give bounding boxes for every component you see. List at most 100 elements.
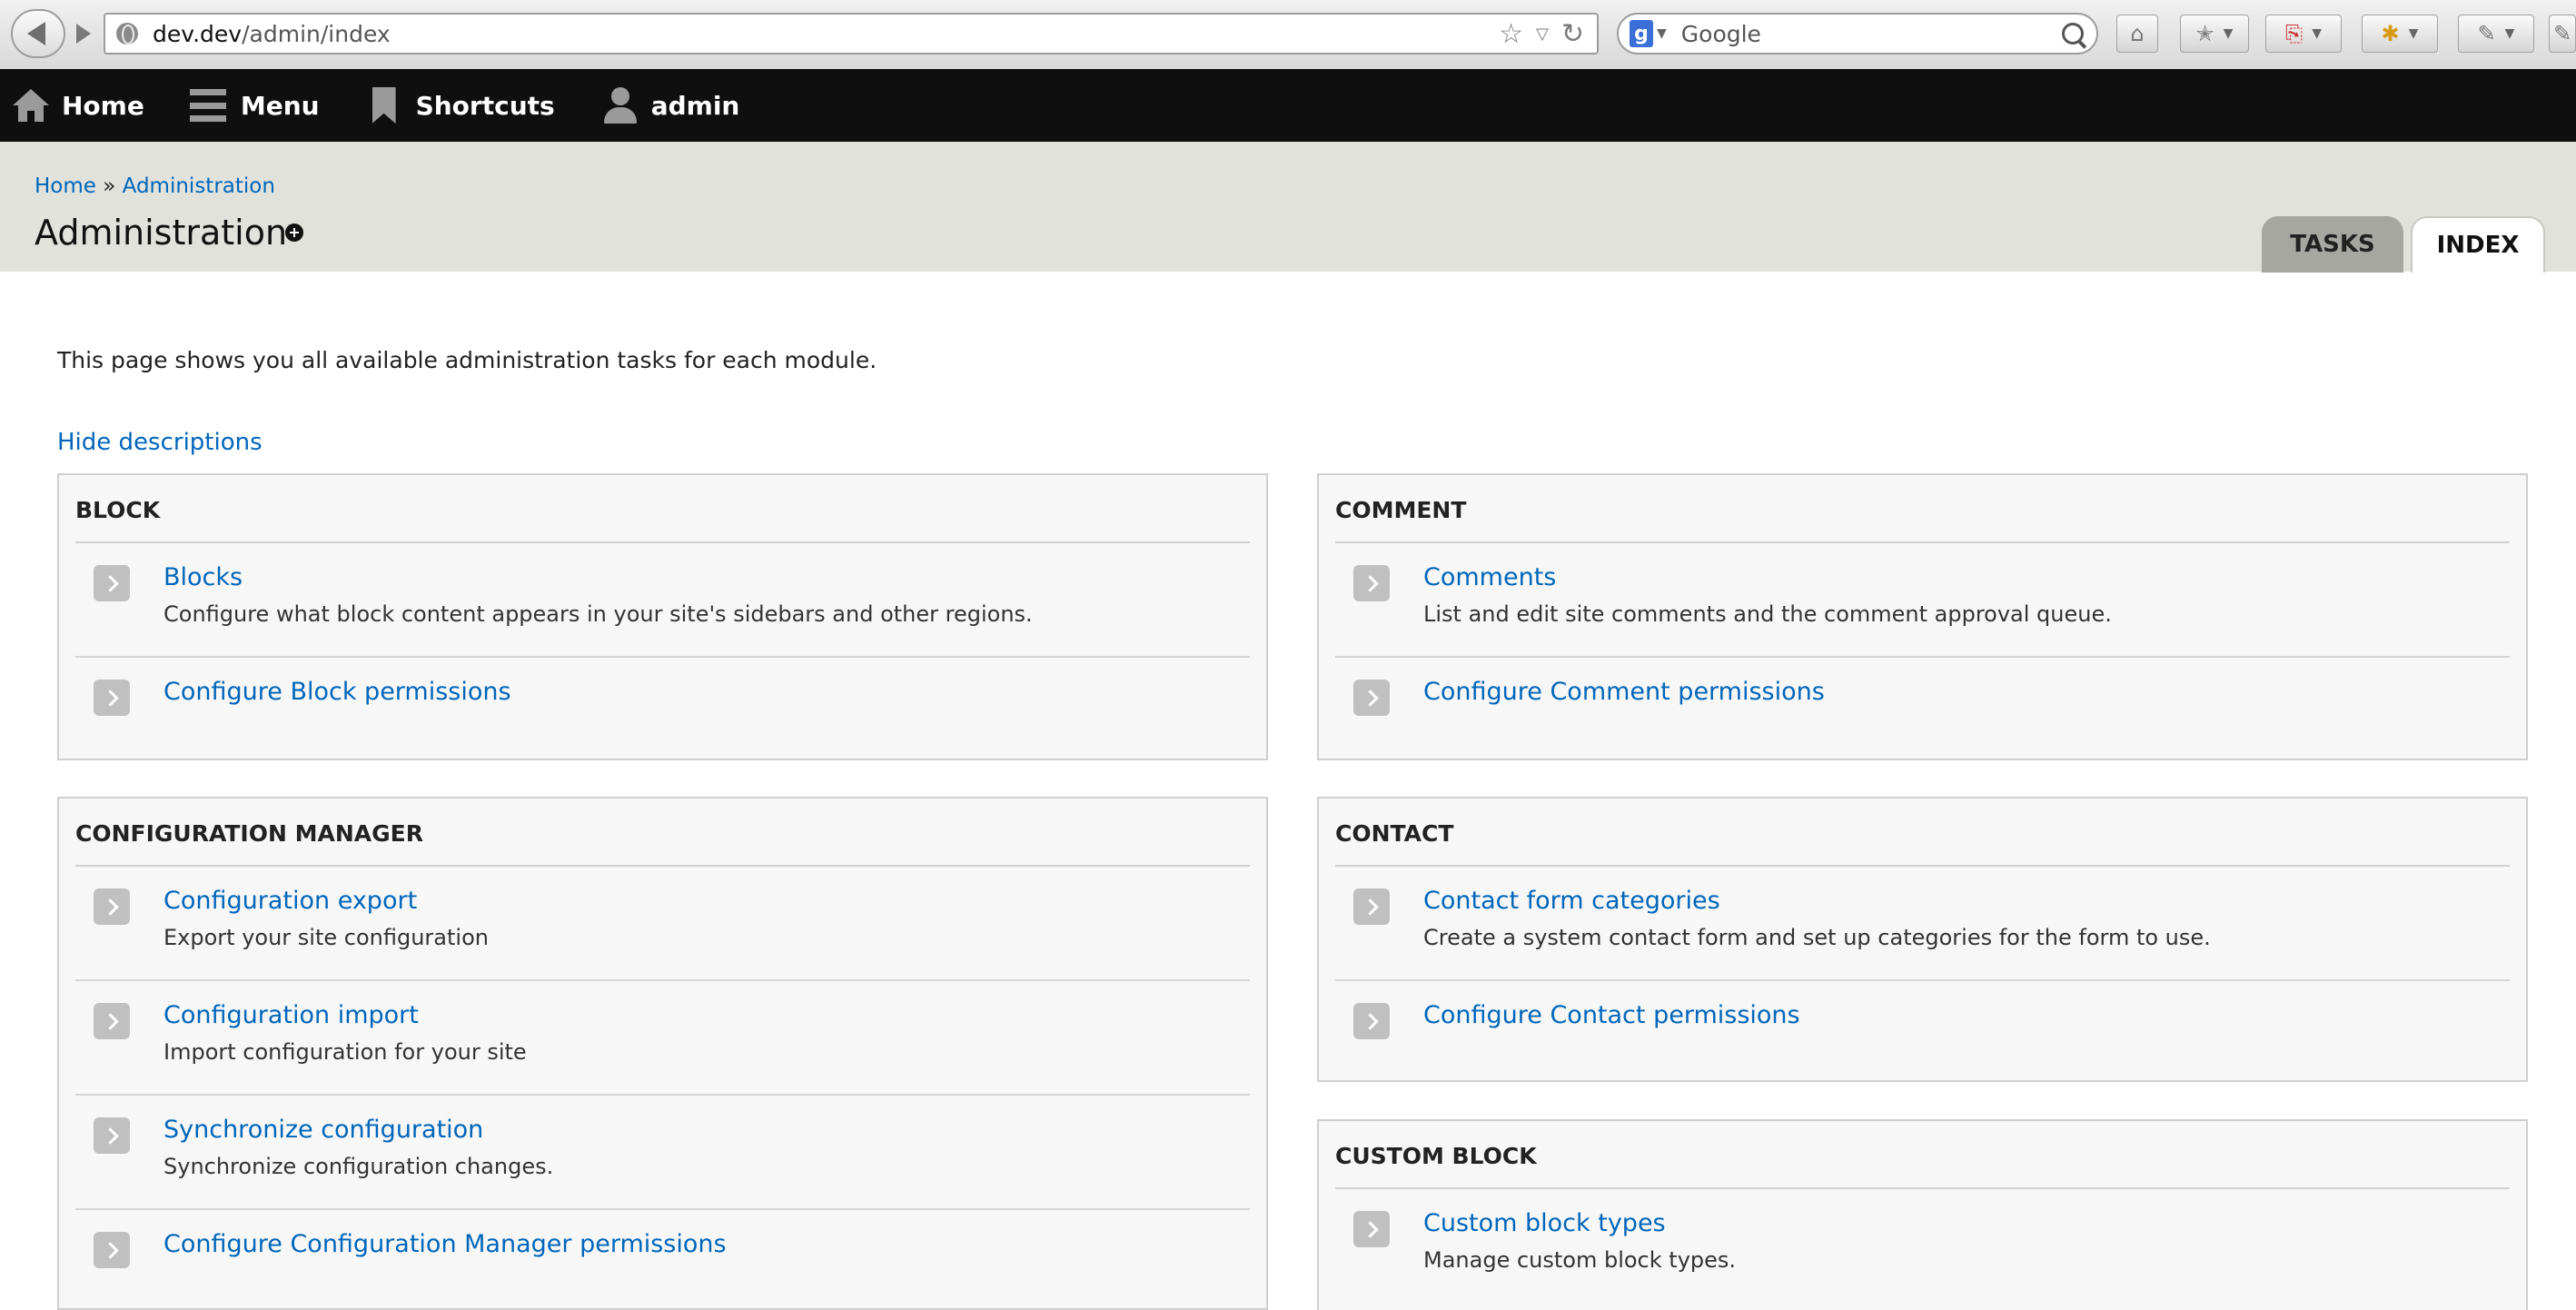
comment-permissions-link[interactable]: Configure Comment permissions bbox=[1423, 678, 1825, 706]
panel-comment: COMMENT Comments List and edit site comm… bbox=[1317, 473, 2528, 760]
arrow-right-icon bbox=[94, 1117, 130, 1154]
arrow-right-icon bbox=[1353, 565, 1390, 601]
firebug-dropdown-icon: ▼ bbox=[2408, 26, 2419, 41]
url-path: /admin/index bbox=[242, 20, 391, 47]
arrow-right-icon bbox=[94, 680, 130, 716]
pdf-addon-button[interactable]: ⎘ ▼ bbox=[2265, 15, 2342, 53]
item-description: Create a system contact form and set up … bbox=[1423, 925, 2211, 950]
hide-descriptions-link[interactable]: Hide descriptions bbox=[57, 429, 263, 456]
breadcrumb-home[interactable]: Home bbox=[35, 174, 96, 198]
arrow-right-icon bbox=[1353, 1003, 1390, 1039]
config-manager-permissions-link[interactable]: Configure Configuration Manager permissi… bbox=[163, 1230, 727, 1258]
blocks-link[interactable]: Blocks bbox=[163, 563, 243, 591]
list-item: Configure Block permissions bbox=[75, 658, 1250, 734]
block-permissions-link[interactable]: Configure Block permissions bbox=[163, 678, 511, 706]
breadcrumb-separator: » bbox=[103, 174, 116, 198]
forward-arrow-icon bbox=[76, 24, 91, 44]
breadcrumb: Home » Administration bbox=[35, 174, 275, 198]
history-dropdown-icon[interactable]: ▽ bbox=[1536, 25, 1549, 44]
search-icon[interactable] bbox=[2062, 23, 2084, 45]
admin-toolbar: Home Menu Shortcuts admin bbox=[0, 69, 2576, 142]
browser-toolbar: dev.dev/admin/index ☆ ▽ ↻ g ▼ Google ⌂ ✭… bbox=[0, 0, 2576, 70]
address-bar-tools: ☆ ▽ ↻ bbox=[1499, 18, 1584, 50]
page-title: Administration bbox=[35, 213, 288, 253]
arrow-right-icon bbox=[1353, 1211, 1390, 1247]
address-bar[interactable]: dev.dev/admin/index ☆ ▽ ↻ bbox=[104, 13, 1599, 55]
list-item: Comments List and edit site comments and… bbox=[1335, 543, 2510, 658]
list-item: Configuration import Import configuratio… bbox=[75, 981, 1250, 1096]
user-icon bbox=[602, 87, 639, 124]
back-arrow-icon bbox=[27, 22, 45, 45]
panel-title: BLOCK bbox=[75, 475, 1250, 543]
google-engine-icon[interactable]: g bbox=[1630, 20, 1653, 47]
item-description: Export your site configuration bbox=[163, 925, 489, 950]
engine-dropdown-icon[interactable]: ▼ bbox=[1657, 26, 1667, 41]
list-item: Configure Comment permissions bbox=[1335, 658, 2510, 734]
item-description: Configure what block content appears in … bbox=[163, 601, 1033, 627]
item-description: Import configuration for your site bbox=[163, 1039, 527, 1065]
item-description: Manage custom block types. bbox=[1423, 1247, 1737, 1273]
toolbar-user-label: admin bbox=[650, 90, 740, 121]
hamburger-icon bbox=[189, 89, 226, 122]
tab-tasks[interactable]: TASKS bbox=[2262, 216, 2403, 273]
bookmark-star-icon[interactable]: ☆ bbox=[1499, 18, 1523, 50]
arrow-right-icon bbox=[94, 888, 130, 925]
overflow-button[interactable]: ✎ bbox=[2549, 15, 2576, 53]
arrow-right-icon bbox=[1353, 888, 1390, 925]
toolbar-menu-label: Menu bbox=[240, 90, 320, 121]
toolbar-home[interactable]: Home bbox=[0, 69, 144, 142]
comments-link[interactable]: Comments bbox=[1423, 563, 1556, 591]
tools-dropdown-icon: ▼ bbox=[2504, 26, 2515, 41]
item-description: Synchronize configuration changes. bbox=[163, 1154, 554, 1179]
toolbar-menu[interactable]: Menu bbox=[144, 69, 320, 142]
forward-button[interactable] bbox=[64, 13, 104, 55]
list-item: Synchronize configuration Synchronize co… bbox=[75, 1096, 1250, 1210]
panel-contact: CONTACT Contact form categories Create a… bbox=[1317, 797, 2528, 1082]
back-button[interactable] bbox=[11, 9, 65, 58]
panel-configuration-manager: CONFIGURATION MANAGER Configuration expo… bbox=[57, 797, 1268, 1310]
url-text[interactable]: dev.dev/admin/index bbox=[153, 21, 391, 47]
page-header: Home » Administration Administration TAS… bbox=[0, 142, 2576, 273]
firebug-button[interactable]: ✱ ▼ bbox=[2362, 15, 2438, 53]
panel-title: CONTACT bbox=[1335, 799, 2510, 867]
toolbar-user[interactable]: admin bbox=[555, 69, 740, 142]
search-placeholder: Google bbox=[1680, 20, 1761, 47]
reload-icon[interactable]: ↻ bbox=[1561, 18, 1584, 50]
arrow-right-icon bbox=[94, 565, 130, 601]
tab-index[interactable]: INDEX bbox=[2411, 216, 2545, 273]
contact-permissions-link[interactable]: Configure Contact permissions bbox=[1423, 1001, 1800, 1029]
panel-title: CUSTOM BLOCK bbox=[1335, 1121, 2510, 1189]
arrow-right-icon bbox=[94, 1232, 130, 1268]
pipette-icon: ✎ bbox=[2477, 21, 2496, 46]
bookmarks-button[interactable]: ✭ ▼ bbox=[2180, 15, 2249, 53]
tools-button[interactable]: ✎ ▼ bbox=[2458, 15, 2534, 53]
toolbar-shortcuts-label: Shortcuts bbox=[415, 90, 555, 121]
toolbar-shortcuts[interactable]: Shortcuts bbox=[320, 69, 555, 142]
configuration-import-link[interactable]: Configuration import bbox=[163, 1001, 419, 1029]
custom-block-types-link[interactable]: Custom block types bbox=[1423, 1209, 1666, 1237]
pen-icon: ✎ bbox=[2552, 21, 2572, 46]
item-description: List and edit site comments and the comm… bbox=[1423, 601, 2112, 627]
list-item: Contact form categories Create a system … bbox=[1335, 867, 2510, 981]
breadcrumb-administration[interactable]: Administration bbox=[123, 174, 275, 198]
intro-text: This page shows you all available admini… bbox=[57, 347, 877, 373]
bookmarks-dropdown-icon: ▼ bbox=[2223, 26, 2234, 41]
panel-block: BLOCK Blocks Configure what block conten… bbox=[57, 473, 1268, 760]
pdf-dropdown-icon: ▼ bbox=[2312, 26, 2322, 41]
panel-title: CONFIGURATION MANAGER bbox=[75, 799, 1250, 867]
pdf-icon: ⎘ bbox=[2285, 21, 2304, 46]
list-item: Configure Contact permissions bbox=[1335, 981, 2510, 1057]
add-shortcut-icon[interactable] bbox=[285, 223, 303, 242]
home-icon bbox=[13, 87, 49, 124]
configuration-export-link[interactable]: Configuration export bbox=[163, 887, 417, 915]
contact-form-categories-link[interactable]: Contact form categories bbox=[1423, 887, 1720, 915]
arrow-right-icon bbox=[1353, 680, 1390, 716]
firebug-icon: ✱ bbox=[2381, 21, 2400, 46]
home-page-button[interactable]: ⌂ bbox=[2116, 15, 2158, 53]
list-item: Configuration export Export your site co… bbox=[75, 867, 1250, 981]
list-item: Configure Configuration Manager permissi… bbox=[75, 1210, 1250, 1286]
bookmarks-icon: ✭ bbox=[2195, 21, 2214, 46]
synchronize-configuration-link[interactable]: Synchronize configuration bbox=[163, 1116, 483, 1144]
search-bar[interactable]: g ▼ Google bbox=[1617, 13, 2098, 55]
arrow-right-icon bbox=[94, 1003, 130, 1039]
